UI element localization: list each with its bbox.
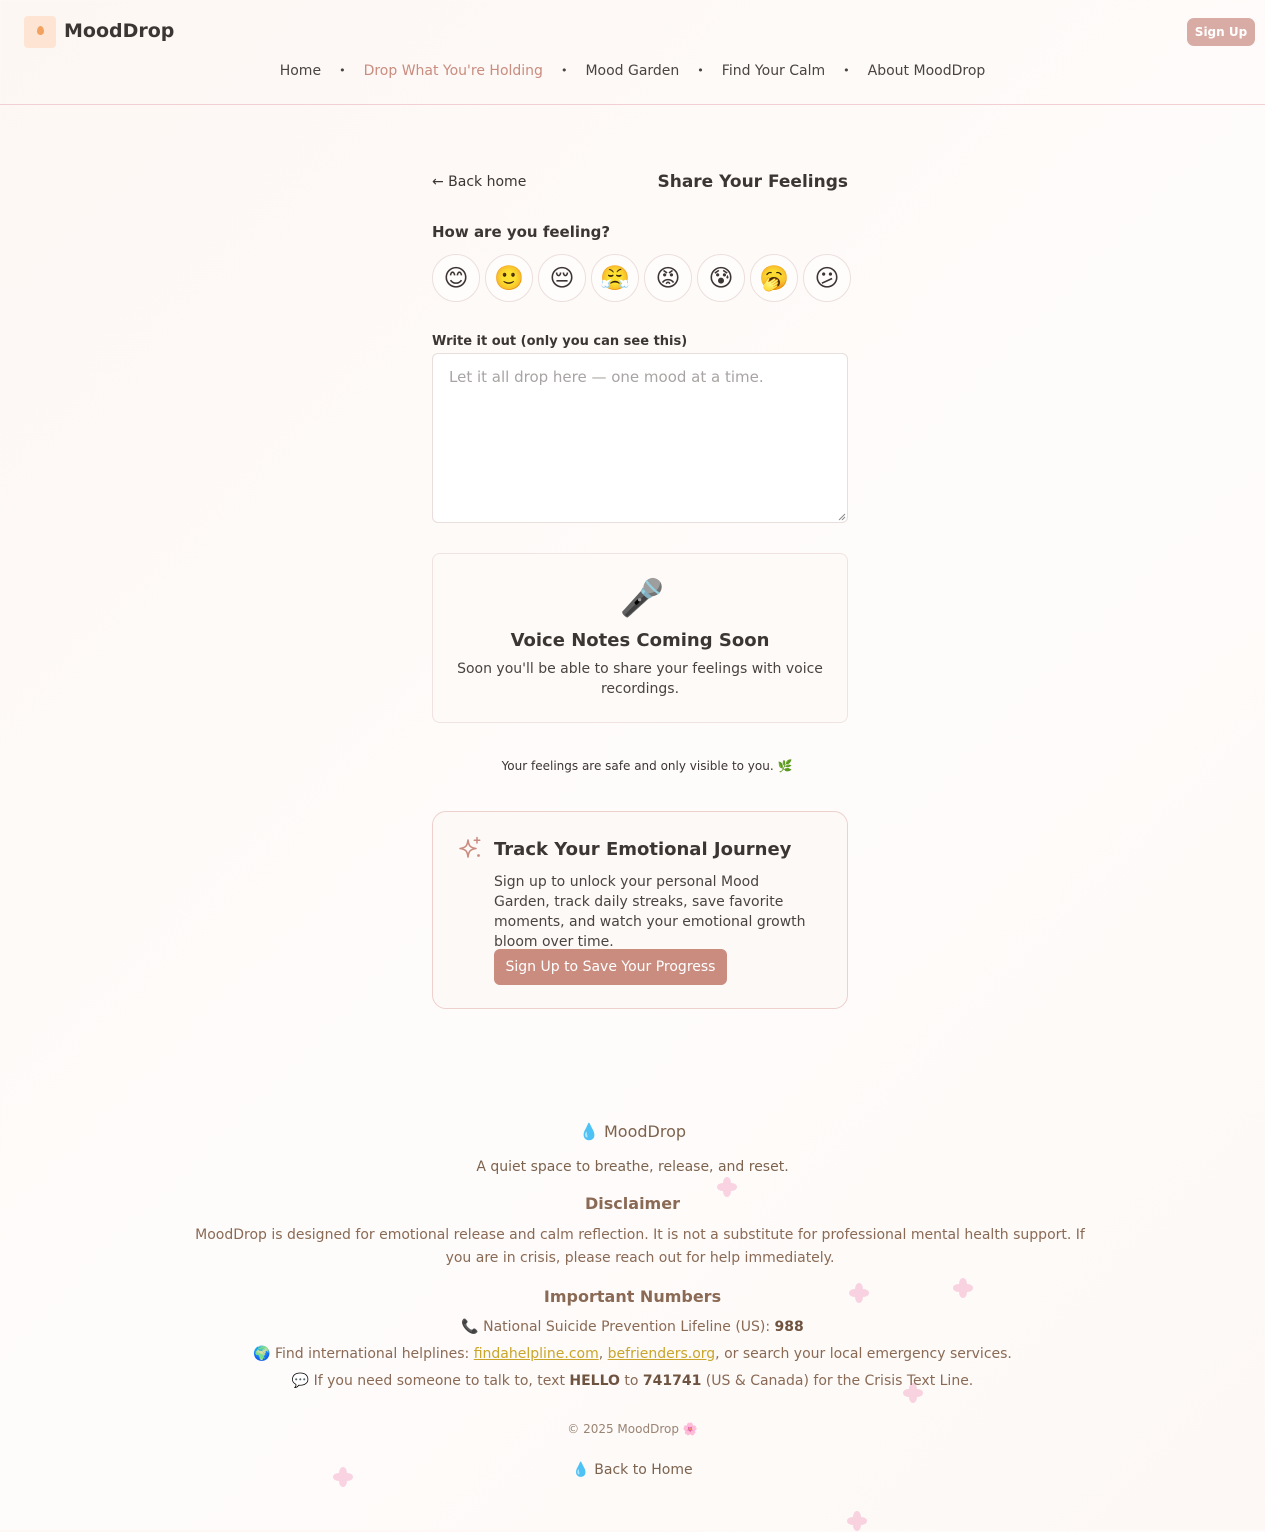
text-suffix: (US & Canada) for the Crisis Text Line.: [701, 1373, 974, 1389]
nav-separator: •: [560, 64, 568, 77]
mood-anxious-button[interactable]: 😰: [697, 254, 745, 302]
copyright: © 2025 MoodDrop 🌸: [567, 1422, 698, 1436]
voice-notes-title: Voice Notes Coming Soon: [510, 630, 770, 651]
voice-notes-card: 🎤 Voice Notes Coming Soon Soon you'll be…: [432, 553, 848, 723]
disclaimer-text: MoodDrop is designed for emotional relea…: [195, 1227, 1085, 1266]
intl-suffix: , or search your local emergency service…: [715, 1346, 1012, 1362]
voice-notes-description: Soon you'll be able to share your feelin…: [457, 661, 823, 697]
text-mid: to: [619, 1373, 643, 1389]
mood-angry-button[interactable]: 😡: [644, 254, 692, 302]
feelings-textarea[interactable]: [432, 353, 848, 523]
nav-item-about[interactable]: About MoodDrop: [868, 63, 986, 79]
nav-item-drop[interactable]: Drop What You're Holding: [364, 63, 543, 79]
track-journey-title: Track Your Emotional Journey: [494, 839, 792, 860]
befrienders-link[interactable]: befrienders.org: [608, 1346, 716, 1362]
page-title: Share Your Feelings: [657, 172, 848, 192]
mood-frustrated-button[interactable]: 😤: [591, 254, 639, 302]
back-home-link[interactable]: ← Back home: [432, 174, 526, 190]
nav-item-find-calm[interactable]: Find Your Calm: [722, 63, 825, 79]
brand-name[interactable]: MoodDrop: [64, 20, 174, 42]
lifeline-line: 📞 National Suicide Prevention Lifeline (…: [0, 1319, 1265, 1335]
disclaimer-heading: Disclaimer: [585, 1194, 680, 1213]
international-helplines-line: 🌍 Find international helplines: findahel…: [0, 1346, 1265, 1362]
main-nav: Home • Drop What You're Holding • Mood Garde…: [0, 63, 1265, 79]
text-number: 741741: [642, 1373, 702, 1389]
petal-icon: [847, 1511, 867, 1531]
nav-separator: •: [843, 64, 850, 77]
intl-label: 🌍 Find international helplines:: [253, 1346, 474, 1362]
nav-item-mood-garden[interactable]: Mood Garden: [585, 63, 679, 79]
microphone-icon: 🎤: [619, 578, 665, 619]
mood-tired-button[interactable]: 🥱: [750, 254, 798, 302]
mood-confused-button[interactable]: 😕: [803, 254, 851, 302]
feeling-question: How are you feeling?: [432, 223, 611, 241]
footer-tagline: A quiet space to breathe, release, and r…: [476, 1159, 789, 1175]
nav-separator: •: [339, 64, 346, 77]
mood-happy-button[interactable]: 😊: [432, 254, 480, 302]
signup-button[interactable]: Sign Up: [1187, 18, 1255, 46]
important-numbers-heading: Important Numbers: [543, 1287, 722, 1306]
sparkle-icon: [459, 836, 481, 858]
back-to-home-link[interactable]: 💧 Back to Home: [0, 1462, 1265, 1478]
intl-separator: ,: [598, 1346, 608, 1362]
site-header: MoodDrop Sign Up Home • Drop What You're H…: [0, 0, 1265, 105]
track-journey-description: Sign up to unlock your personal Mood Gar…: [494, 874, 806, 950]
mood-picker: 😊 🙂 😔 😤 😡 😰 🥱 😕: [432, 254, 851, 302]
crisis-text-line: 💬 If you need someone to talk to, text H…: [0, 1373, 1265, 1389]
text-prefix: 💬 If you need someone to talk to, text: [291, 1373, 570, 1389]
track-journey-card: Track Your Emotional Journey Sign up to …: [432, 811, 848, 1009]
privacy-note: Your feelings are safe and only visible …: [501, 759, 793, 773]
logo-drop-icon[interactable]: [24, 16, 56, 48]
mood-pensive-button[interactable]: 😔: [538, 254, 586, 302]
lifeline-label: 📞 National Suicide Prevention Lifeline (…: [461, 1319, 775, 1335]
write-label: Write it out (only you can see this): [432, 334, 688, 349]
mood-content-button[interactable]: 🙂: [485, 254, 533, 302]
nav-item-home[interactable]: Home: [280, 63, 321, 79]
nav-separator: •: [697, 64, 704, 77]
resize-handle-icon[interactable]: [838, 513, 846, 521]
lifeline-number: 988: [774, 1319, 804, 1335]
signup-save-progress-button[interactable]: Sign Up to Save Your Progress: [494, 949, 727, 985]
findahelpline-link[interactable]: findahelpline.com: [474, 1346, 599, 1362]
text-keyword: HELLO: [569, 1373, 620, 1389]
footer-brand: 💧 MoodDrop: [578, 1122, 687, 1141]
